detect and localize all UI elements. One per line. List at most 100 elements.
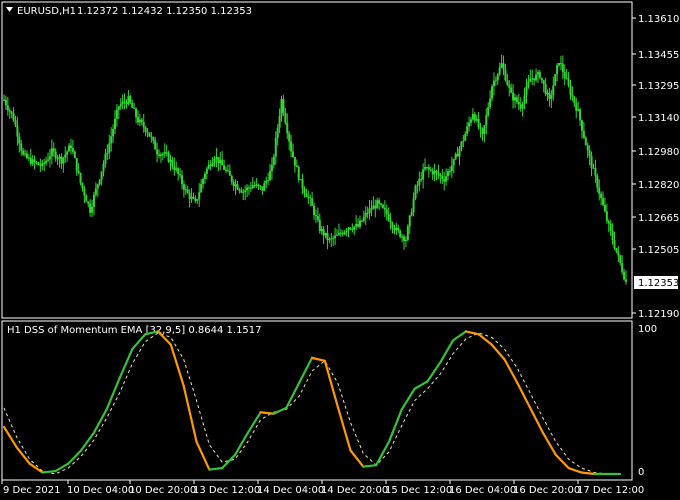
candle-body — [186, 189, 189, 193]
price-tick: 1.13610 — [638, 14, 679, 25]
candle-body — [416, 184, 419, 187]
candle-body — [35, 162, 38, 164]
candle-body — [284, 112, 287, 123]
candle-body — [85, 195, 88, 202]
candle-body — [485, 115, 488, 126]
candle-body — [521, 104, 524, 109]
candle-body — [353, 226, 356, 230]
candle-body — [207, 164, 210, 169]
candle-body — [18, 136, 21, 144]
candle-body — [261, 186, 264, 191]
candle-body — [272, 156, 275, 165]
candle-body — [190, 196, 193, 199]
dss-line-segment — [541, 431, 557, 456]
candle-body — [175, 168, 178, 170]
candle-body — [4, 99, 7, 106]
candle-body — [211, 162, 214, 167]
candle-body — [179, 173, 182, 176]
candle-body — [249, 187, 252, 189]
candle-body — [517, 102, 520, 105]
candle-body — [29, 157, 32, 164]
candle-body — [3, 99, 5, 101]
candle-body — [125, 102, 128, 105]
candle-body — [94, 188, 97, 195]
candle-body — [50, 148, 53, 157]
indicator-panel-frame — [1, 320, 633, 481]
candle-body — [301, 179, 304, 189]
candle-body — [506, 80, 509, 85]
triangle-down-icon[interactable] — [6, 7, 13, 12]
candle-body — [112, 128, 115, 137]
candle-body — [515, 97, 518, 103]
indicator-panel[interactable]: H1 DSS of Momentum EMA [32,9,5] 0.8644 1… — [1, 320, 633, 481]
candle-body — [79, 172, 82, 183]
time-label: 10 Dec 20:00 — [129, 485, 196, 496]
candle-body — [328, 239, 331, 241]
candle-body — [47, 159, 50, 161]
candle-body — [588, 150, 591, 157]
candle-body — [381, 204, 384, 208]
price-tick: 1.12505 — [638, 245, 679, 256]
time-label: 17 Dec 12:00 — [577, 485, 644, 496]
candle-body — [542, 80, 545, 85]
price-tick: 1.12980 — [638, 147, 679, 158]
candle-body — [468, 122, 471, 127]
candle-body — [102, 163, 105, 172]
dss-line-segment — [554, 453, 570, 470]
candle-body — [594, 168, 597, 176]
candle-body — [200, 184, 203, 193]
candle-body — [226, 170, 229, 172]
candle-body — [577, 109, 580, 111]
price-tick: 1.13455 — [638, 50, 679, 61]
candle-body — [437, 172, 440, 175]
candle-body — [144, 127, 147, 132]
candle-body — [374, 205, 377, 209]
candle-body — [156, 149, 159, 155]
candle-body — [194, 198, 197, 201]
candle-body — [621, 263, 624, 273]
dss-line-segment — [490, 343, 506, 361]
candle-body — [592, 167, 595, 169]
candle-body — [600, 193, 603, 199]
dss-line-segment — [233, 431, 249, 456]
candle-body — [569, 85, 572, 95]
time-label: 14 Dec 20:00 — [321, 485, 388, 496]
ohlc-readout: 1.12372 1.12432 1.12350 1.12353 — [77, 6, 252, 17]
candle-body — [602, 198, 605, 206]
candle-body — [609, 223, 612, 231]
candle-body — [464, 133, 467, 141]
candle-body — [39, 164, 42, 167]
candle-body — [131, 102, 134, 108]
candle-body — [291, 151, 294, 158]
candle-body — [584, 137, 587, 146]
candle-body — [108, 143, 111, 153]
candle-body — [613, 240, 616, 248]
candle-body — [448, 171, 451, 173]
candle-body — [615, 247, 618, 252]
candle-body — [475, 118, 478, 121]
dss-line-segment — [79, 431, 95, 452]
candle-body — [579, 109, 582, 121]
candle-body — [163, 152, 166, 155]
candle-body — [64, 154, 67, 158]
price-panel[interactable]: EURUSD,H1 1.12372 1.12432 1.12350 1.1235… — [1, 1, 633, 319]
candle-body — [71, 147, 74, 152]
dss-line-segment — [426, 361, 442, 383]
time-label: 9 Dec 2021 — [3, 485, 61, 496]
dss-line-segment — [503, 358, 519, 384]
candle-body — [605, 211, 608, 222]
candle-body — [121, 101, 124, 105]
candle-body — [209, 164, 212, 167]
candle-body — [146, 131, 149, 133]
candle-body — [225, 169, 228, 171]
candle-body — [441, 175, 444, 179]
dss-line-segment — [567, 467, 583, 474]
candle-body — [454, 154, 457, 159]
symbol-menu[interactable]: EURUSD,H1 1.12372 1.12432 1.12350 1.1235… — [6, 6, 252, 17]
candle-body — [559, 63, 562, 65]
candle-body — [133, 107, 136, 109]
candle-body — [330, 238, 333, 240]
indicator-axis: 100 0 — [638, 324, 657, 478]
candle-body — [358, 220, 361, 227]
candle-body — [182, 184, 185, 190]
